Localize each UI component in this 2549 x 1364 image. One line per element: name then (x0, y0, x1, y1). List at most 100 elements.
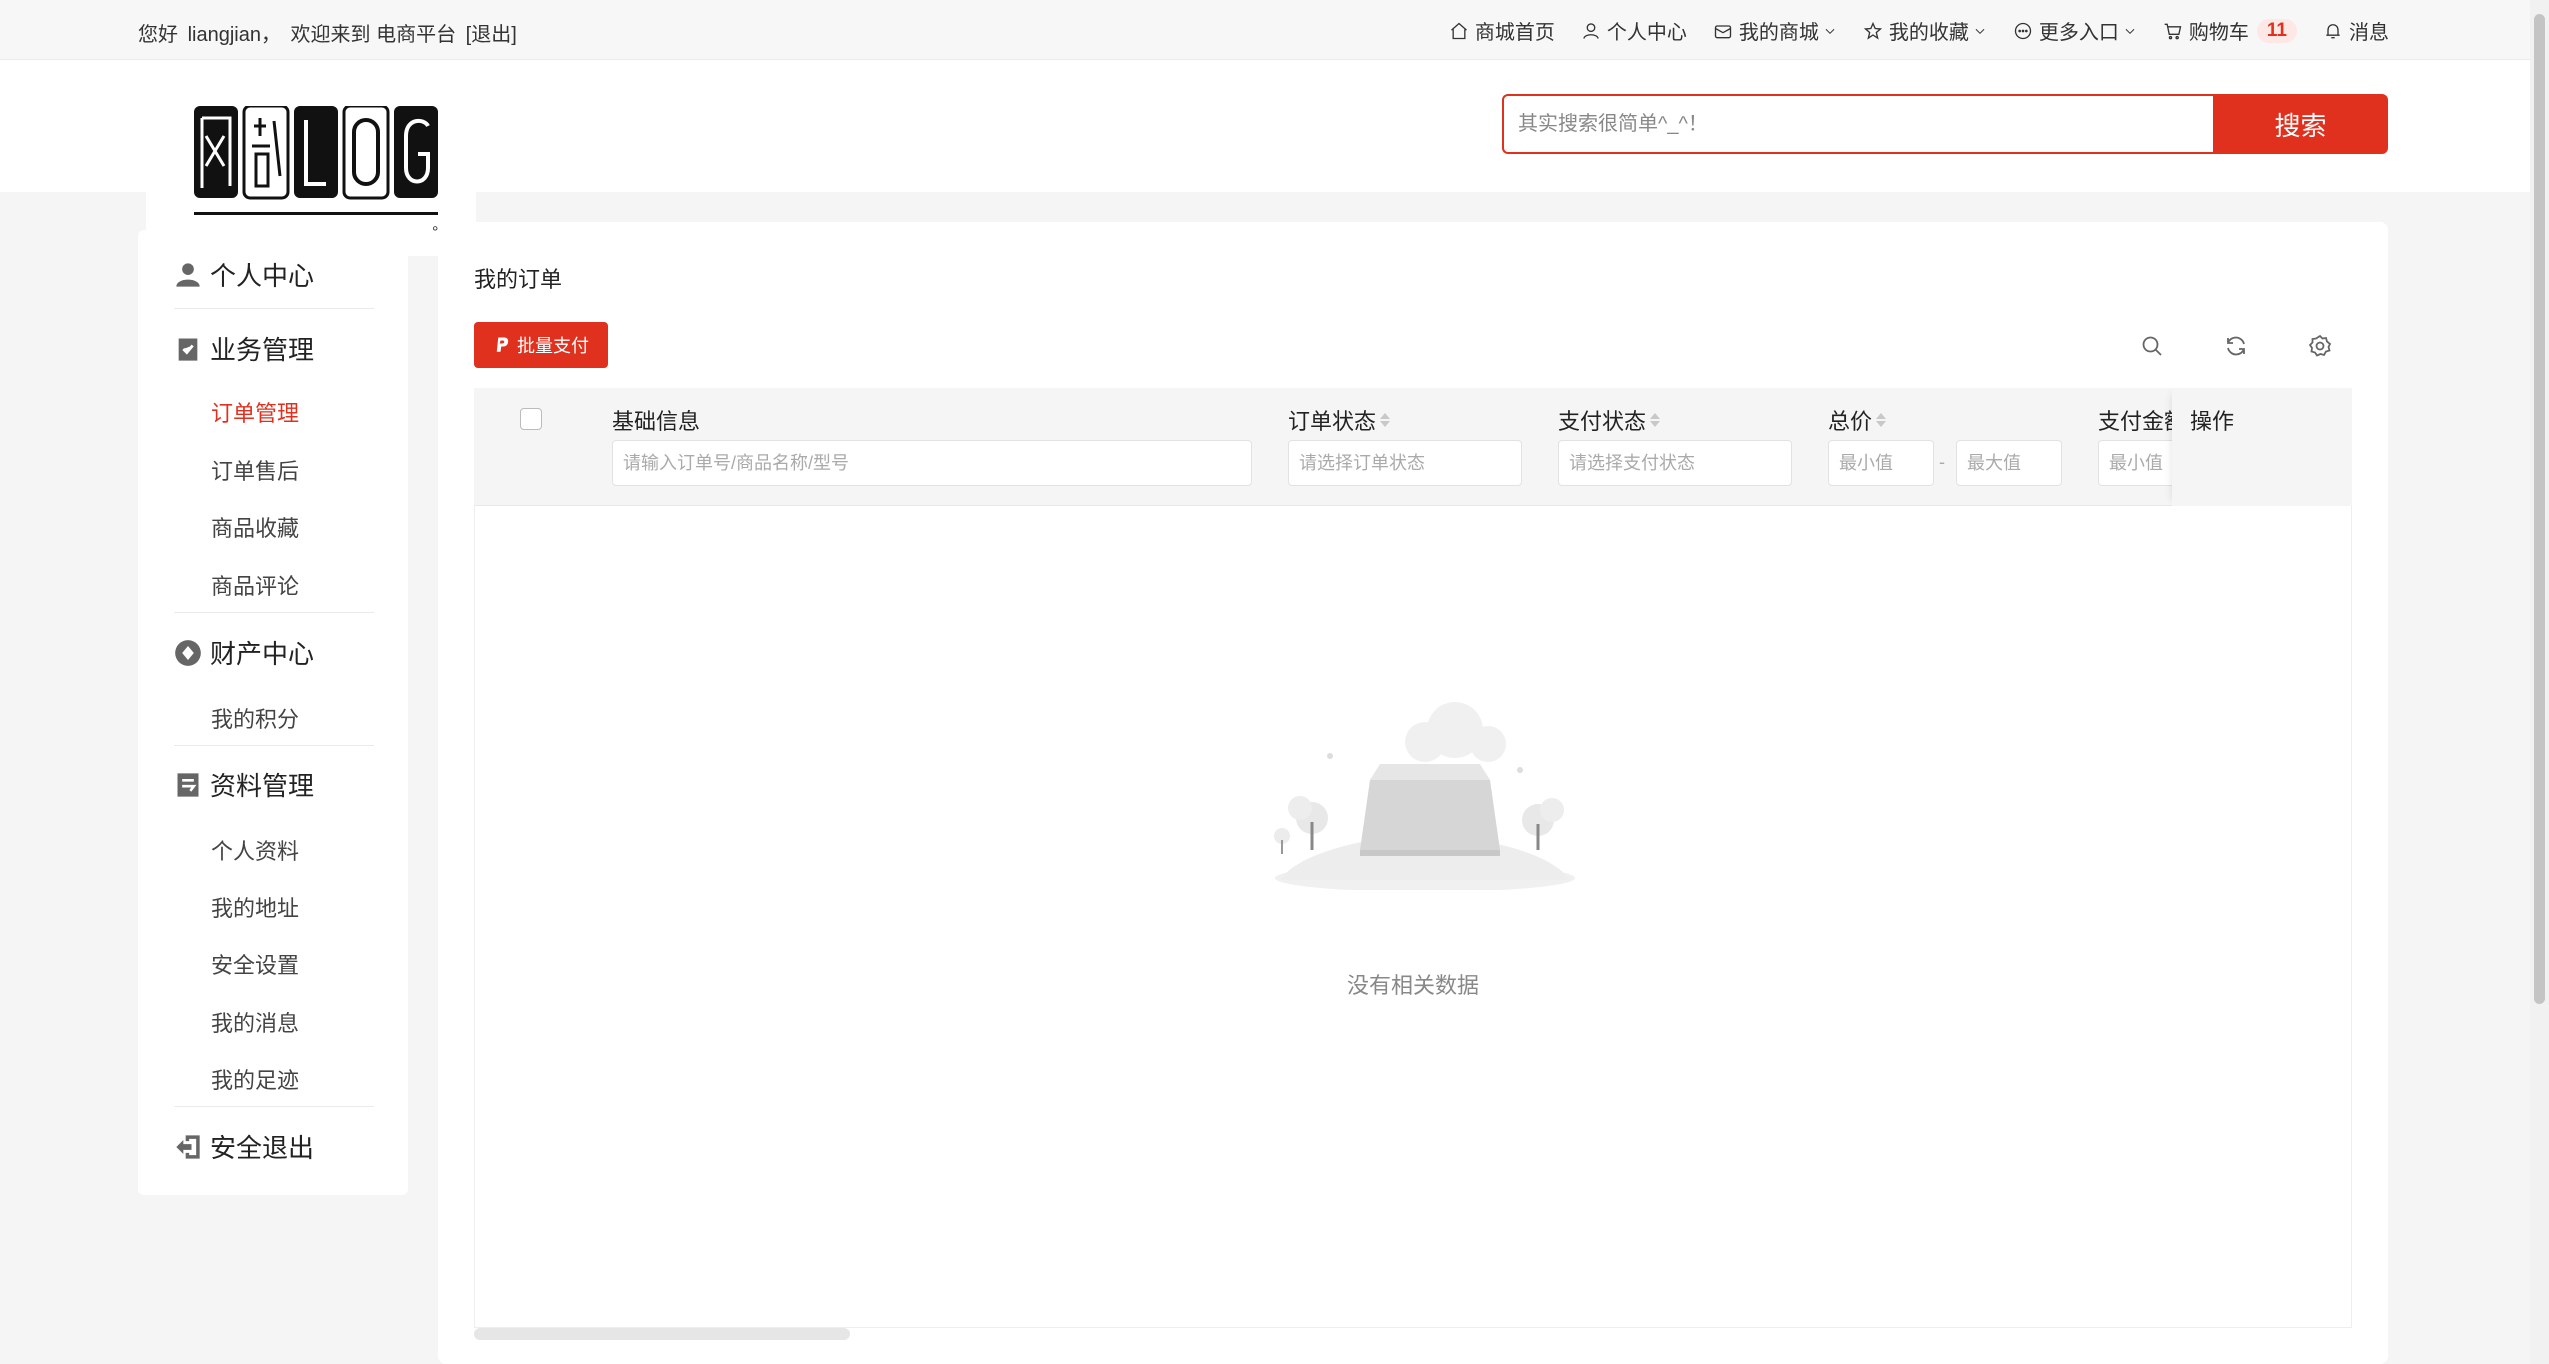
sidebar-divider (174, 308, 374, 309)
pay-amount-min-input[interactable] (2098, 440, 2178, 486)
sort-icon[interactable] (1650, 413, 1661, 427)
sidebar-group-label: 业务管理 (210, 335, 315, 365)
basic-info-filter-input[interactable] (612, 440, 1252, 486)
paypal-icon (496, 337, 509, 352)
nav-label: 我的商城 (1738, 22, 1819, 44)
sidebar-group-label: 资料管理 (210, 771, 315, 801)
order-status-select[interactable] (1288, 440, 1522, 486)
pay-status-select[interactable] (1558, 440, 1792, 486)
gear-icon (2308, 334, 2332, 357)
sidebar-divider (174, 1106, 374, 1107)
sidebar-item-my-footprints[interactable]: 我的足迹 (211, 1063, 299, 1095)
nav-label: 个人中心 (1606, 22, 1687, 44)
sidebar-item-product-reviews[interactable]: 商品评论 (211, 569, 299, 601)
nav-personal-center[interactable]: 个人中心 (1581, 16, 1687, 45)
sidebar-group-label: 个人中心 (210, 261, 315, 291)
nav-label: 消息 (2349, 22, 2389, 44)
nav-label: 购物车 (2188, 22, 2249, 44)
sidebar-item-my-address[interactable]: 我的地址 (211, 891, 299, 923)
more-icon (2014, 22, 2032, 39)
bell-icon (2326, 23, 2340, 38)
page-title: 我的订单 (474, 267, 563, 292)
star-icon (1863, 21, 1883, 40)
batch-pay-button[interactable]: 批量支付 (474, 322, 608, 368)
sidebar-divider (174, 612, 374, 613)
user-icon (176, 262, 200, 287)
archive-icon (177, 772, 199, 797)
chevron-down-icon (1975, 28, 1985, 34)
sidebar-group-personal-center[interactable]: 个人中心 (174, 256, 314, 293)
scrollbar-thumb[interactable] (2534, 14, 2545, 1004)
sidebar-item-personal-info[interactable]: 个人资料 (211, 834, 299, 866)
search-input[interactable] (1502, 94, 2214, 154)
nav-label: 我的收藏 (1888, 22, 1969, 44)
sidebar-group-business[interactable]: 业务管理 (174, 330, 314, 367)
greeting-prefix: 您好 (138, 24, 178, 46)
select-all-checkbox[interactable] (520, 408, 542, 430)
username: liangjian， (187, 24, 281, 46)
refresh-icon (2227, 336, 2245, 356)
total-price-min-input[interactable] (1828, 440, 1934, 486)
sidebar-item-my-points[interactable]: 我的积分 (211, 702, 299, 734)
cart-count-badge: 11 (2256, 18, 2297, 43)
table-search-button[interactable] (2140, 334, 2164, 358)
home-icon (1450, 22, 1467, 39)
table-settings-button[interactable] (2308, 334, 2332, 358)
nav-mall-home[interactable]: 商城首页 (1449, 16, 1555, 45)
nav-my-mall[interactable]: 我的商城 (1713, 16, 1837, 45)
sidebar: 个人中心 业务管理 订单管理 订单售后 商品收藏 商品评论 财产中心 我的积分 … (138, 230, 408, 1195)
sidebar-group-logout[interactable]: 安全退出 (174, 1128, 314, 1165)
table-body (474, 506, 2352, 1328)
sidebar-divider (174, 745, 374, 746)
sidebar-item-after-sales[interactable]: 订单售后 (211, 454, 299, 486)
empty-box-illustration (1274, 702, 1575, 890)
column-label: 支付金额 (2098, 409, 2178, 434)
column-label: 操作 (2190, 409, 2235, 434)
empty-state-text: 没有相关数据 (1346, 973, 1479, 998)
horizontal-scrollbar[interactable] (474, 1328, 850, 1340)
column-label: 支付状态 (1558, 409, 1647, 434)
sidebar-group-assets[interactable]: 财产中心 (174, 634, 314, 671)
nav-messages[interactable]: 消息 (2323, 16, 2389, 45)
batch-pay-label: 批量支付 (517, 336, 589, 356)
sidebar-group-label: 安全退出 (210, 1133, 315, 1163)
top-bar: 您好 liangjian， 欢迎来到 电商平台 [退出] 商城首页 个人中心 我… (0, 0, 2549, 60)
sidebar-item-order-management[interactable]: 订单管理 (211, 396, 299, 428)
logout-icon (176, 1134, 200, 1159)
chevron-down-icon (2125, 28, 2135, 34)
nav-label: 商城首页 (1474, 22, 1555, 44)
search-button[interactable]: 搜索 (2213, 94, 2388, 154)
column-header-pay-amount[interactable]: 支付金额 (2098, 404, 2178, 436)
sidebar-item-my-messages[interactable]: 我的消息 (211, 1006, 299, 1038)
nav-cart[interactable]: 购物车 11 (2163, 16, 2297, 45)
shop-icon (1714, 24, 1732, 38)
sidebar-group-profile[interactable]: 资料管理 (174, 766, 314, 803)
table-refresh-button[interactable] (2224, 334, 2248, 358)
sidebar-item-product-favorites[interactable]: 商品收藏 (211, 511, 299, 543)
column-label: 订单状态 (1288, 409, 1377, 434)
clipboard-icon (178, 338, 198, 361)
total-price-max-input[interactable] (1956, 440, 2062, 486)
column-header-basic-info: 基础信息 (612, 404, 700, 436)
welcome-text: 欢迎来到 电商平台 (290, 24, 457, 46)
nav-favorites[interactable]: 我的收藏 (1863, 16, 1987, 45)
column-header-order-status[interactable]: 订单状态 (1288, 404, 1391, 436)
sort-icon[interactable] (1876, 413, 1887, 427)
column-label: 基础信息 (612, 409, 701, 434)
chevron-down-icon (1825, 28, 1835, 34)
nav-more-entries[interactable]: 更多入口 (2013, 16, 2137, 45)
greeting: 您好 liangjian， 欢迎来到 电商平台 [退出] (138, 18, 521, 47)
vertical-scrollbar[interactable] (2530, 0, 2549, 1364)
search-icon (2142, 336, 2162, 356)
cart-icon (2164, 23, 2182, 39)
sidebar-group-label: 财产中心 (210, 639, 315, 669)
top-nav: 商城首页 个人中心 我的商城 我的收藏 更多入口 购物车 11 消息 (1423, 16, 2389, 45)
column-header-pay-status[interactable]: 支付状态 (1558, 404, 1661, 436)
sidebar-item-security-settings[interactable]: 安全设置 (211, 948, 299, 980)
sort-icon[interactable] (1380, 413, 1391, 427)
logout-link[interactable]: [退出] (466, 24, 517, 46)
nav-label: 更多入口 (2038, 22, 2119, 44)
coin-icon (175, 639, 201, 666)
column-header-total-price[interactable]: 总价 (1828, 404, 1887, 436)
column-label: 总价 (1828, 409, 1873, 434)
